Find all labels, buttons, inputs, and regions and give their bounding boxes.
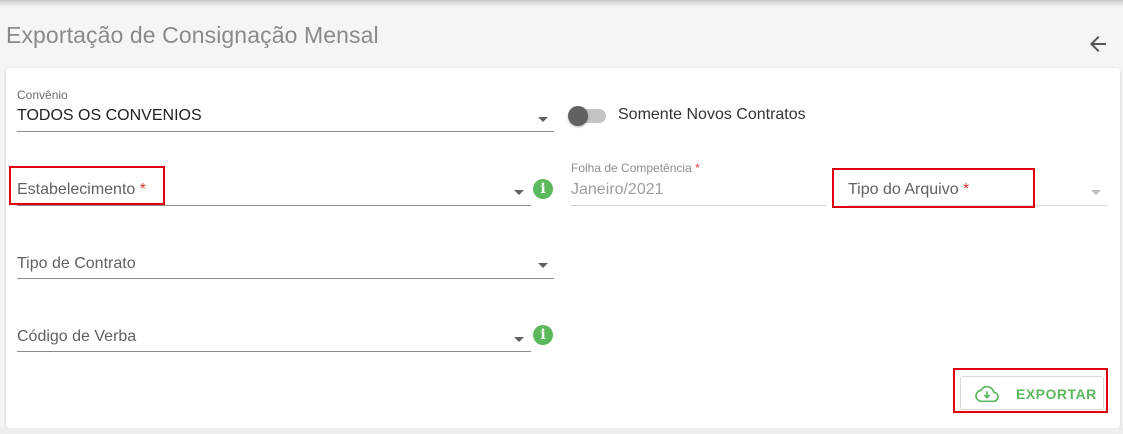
convenio-select[interactable]: Convênio TODOS OS CONVENIOS: [17, 88, 554, 134]
folha-competencia-select: Folha de Competência * Janeiro/2021: [571, 160, 826, 208]
bottom-background-strip: [0, 428, 1123, 434]
highlight-box-export: [953, 368, 1108, 413]
caret-down-icon[interactable]: [538, 117, 548, 122]
convenio-label: Convênio: [17, 88, 68, 102]
folha-competencia-underline: [571, 205, 826, 206]
tipo-contrato-select[interactable]: Tipo de Contrato: [17, 252, 554, 282]
info-icon[interactable]: i: [533, 325, 553, 345]
somente-novos-label: Somente Novos Contratos: [618, 106, 806, 123]
folha-competencia-label: Folha de Competência *: [571, 161, 700, 175]
top-bar-shadow: [0, 0, 1123, 6]
arrow-left-icon[interactable]: [1086, 32, 1110, 56]
folha-competencia-value: Janeiro/2021: [571, 181, 664, 198]
tipo-contrato-label: Tipo de Contrato: [17, 255, 136, 272]
required-asterisk: *: [695, 161, 700, 175]
info-icon[interactable]: i: [533, 179, 553, 199]
convenio-value: TODOS OS CONVENIOS: [17, 107, 202, 124]
codigo-verba-underline: [17, 351, 531, 352]
caret-down-icon[interactable]: [1091, 190, 1101, 195]
caret-down-icon[interactable]: [514, 190, 524, 195]
estabelecimento-underline: [17, 205, 531, 206]
codigo-verba-label: Código de Verba: [17, 328, 137, 345]
caret-down-icon[interactable]: [538, 263, 548, 268]
convenio-underline: [17, 131, 554, 132]
toggle-thumb[interactable]: [568, 106, 588, 126]
codigo-verba-select[interactable]: Código de Verba: [17, 325, 531, 355]
folha-competencia-label-text: Folha de Competência: [571, 161, 692, 175]
somente-novos-toggle[interactable]: Somente Novos Contratos: [568, 104, 828, 128]
caret-down-icon[interactable]: [514, 337, 524, 342]
page-title: Exportação de Consignação Mensal: [6, 22, 379, 48]
highlight-box-tipo-arquivo: [832, 168, 1035, 208]
highlight-box-estabelecimento: [9, 166, 165, 205]
tipo-contrato-underline: [17, 278, 554, 279]
